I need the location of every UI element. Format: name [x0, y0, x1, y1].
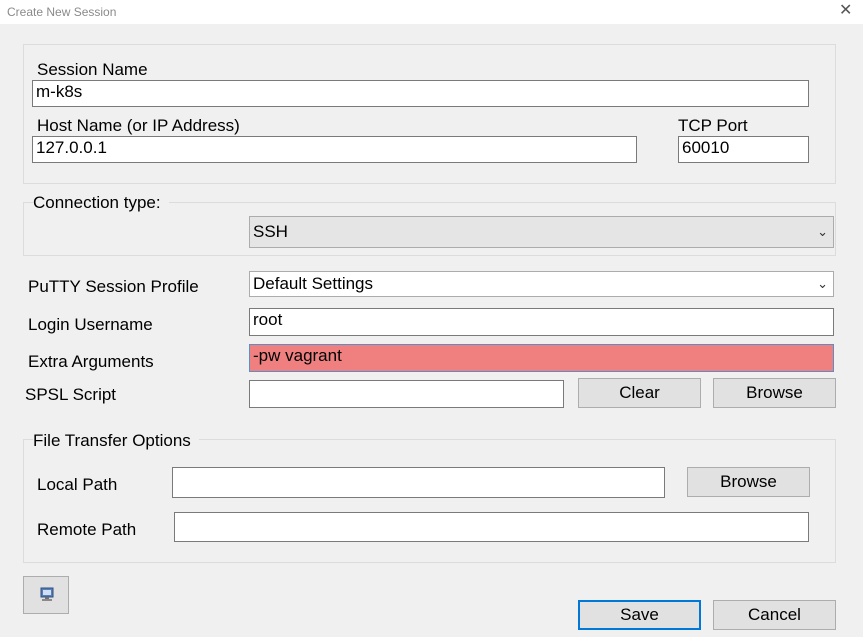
spsl-script-input[interactable]	[249, 380, 564, 408]
local-path-input[interactable]	[172, 467, 665, 498]
save-button-label: Save	[620, 605, 659, 624]
file-transfer-group	[23, 439, 836, 563]
remote-path-label: Remote Path	[37, 520, 137, 539]
local-browse-label: Browse	[720, 472, 777, 491]
computer-icon	[40, 587, 54, 601]
login-username-input[interactable]: root	[249, 308, 834, 336]
connection-type-select[interactable]: SSH ⌄	[249, 216, 834, 248]
host-name-input[interactable]: 127.0.0.1	[32, 136, 637, 163]
window-title: Create New Session	[7, 5, 117, 19]
local-path-label: Local Path	[37, 475, 118, 494]
remote-path-input[interactable]	[174, 512, 809, 542]
connection-type-label: Connection type:	[33, 193, 169, 213]
clear-button[interactable]: Clear	[578, 378, 701, 408]
session-icon-button[interactable]	[23, 576, 69, 614]
file-transfer-label: File Transfer Options	[33, 431, 199, 451]
clear-button-label: Clear	[619, 383, 660, 402]
putty-profile-select[interactable]: Default Settings ⌄	[249, 271, 834, 297]
extra-arguments-label: Extra Arguments	[28, 352, 154, 371]
spsl-script-label: SPSL Script	[25, 385, 117, 404]
spsl-browse-label: Browse	[746, 383, 803, 402]
host-name-label: Host Name (or IP Address)	[37, 116, 248, 136]
connection-type-value: SSH	[253, 222, 288, 241]
chevron-down-icon: ⌄	[817, 276, 828, 291]
extra-arguments-input[interactable]: -pw vagrant	[249, 344, 834, 372]
tcp-port-input[interactable]: 60010	[678, 136, 809, 163]
login-username-label: Login Username	[28, 315, 153, 334]
session-name-input[interactable]: m-k8s	[32, 80, 809, 107]
session-name-label: Session Name	[37, 60, 156, 80]
putty-profile-value: Default Settings	[253, 274, 374, 293]
putty-profile-label: PuTTY Session Profile	[28, 277, 199, 296]
tcp-port-label: TCP Port	[678, 116, 748, 135]
title-bar: Create New Session ✕	[0, 0, 863, 24]
local-browse-button[interactable]: Browse	[687, 467, 810, 497]
chevron-down-icon: ⌄	[817, 224, 828, 239]
spsl-browse-button[interactable]: Browse	[713, 378, 836, 408]
close-icon[interactable]: ✕	[839, 2, 852, 20]
cancel-button-label: Cancel	[748, 605, 801, 624]
cancel-button[interactable]: Cancel	[713, 600, 836, 630]
save-button[interactable]: Save	[578, 600, 701, 630]
